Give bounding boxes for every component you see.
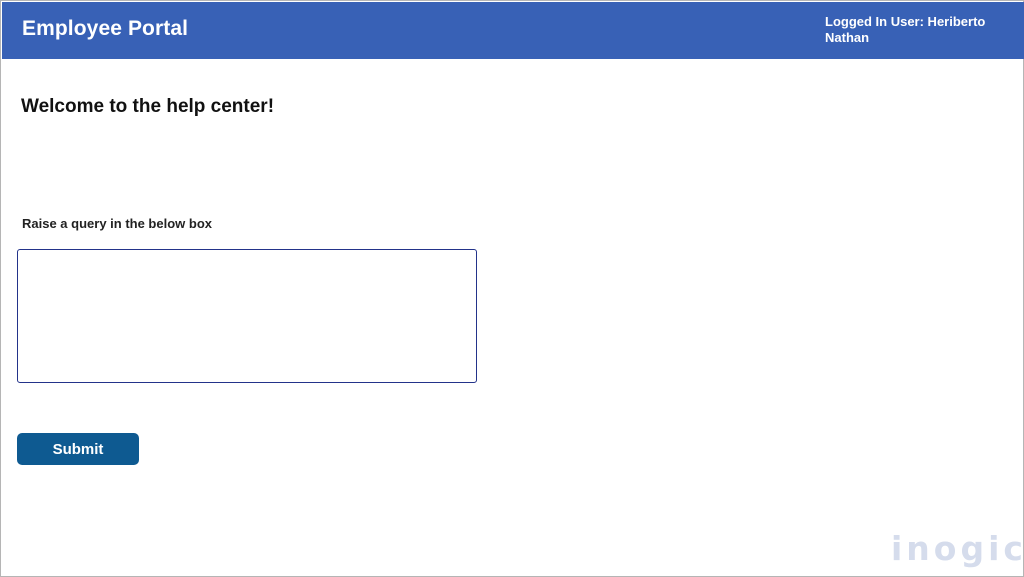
header-bar: Employee Portal Logged In User: Heribert… [2,2,1024,59]
inogic-watermark-logo: inogic [891,529,1024,568]
query-label: Raise a query in the below box [22,216,212,231]
query-textbox[interactable] [17,249,477,383]
logged-in-user: Logged In User: Heriberto Nathan [825,14,986,45]
welcome-heading: Welcome to the help center! [21,96,275,117]
app-frame: Employee Portal Logged In User: Heribert… [0,0,1024,577]
submit-button[interactable]: Submit [17,433,139,465]
app-title: Employee Portal [22,17,189,40]
